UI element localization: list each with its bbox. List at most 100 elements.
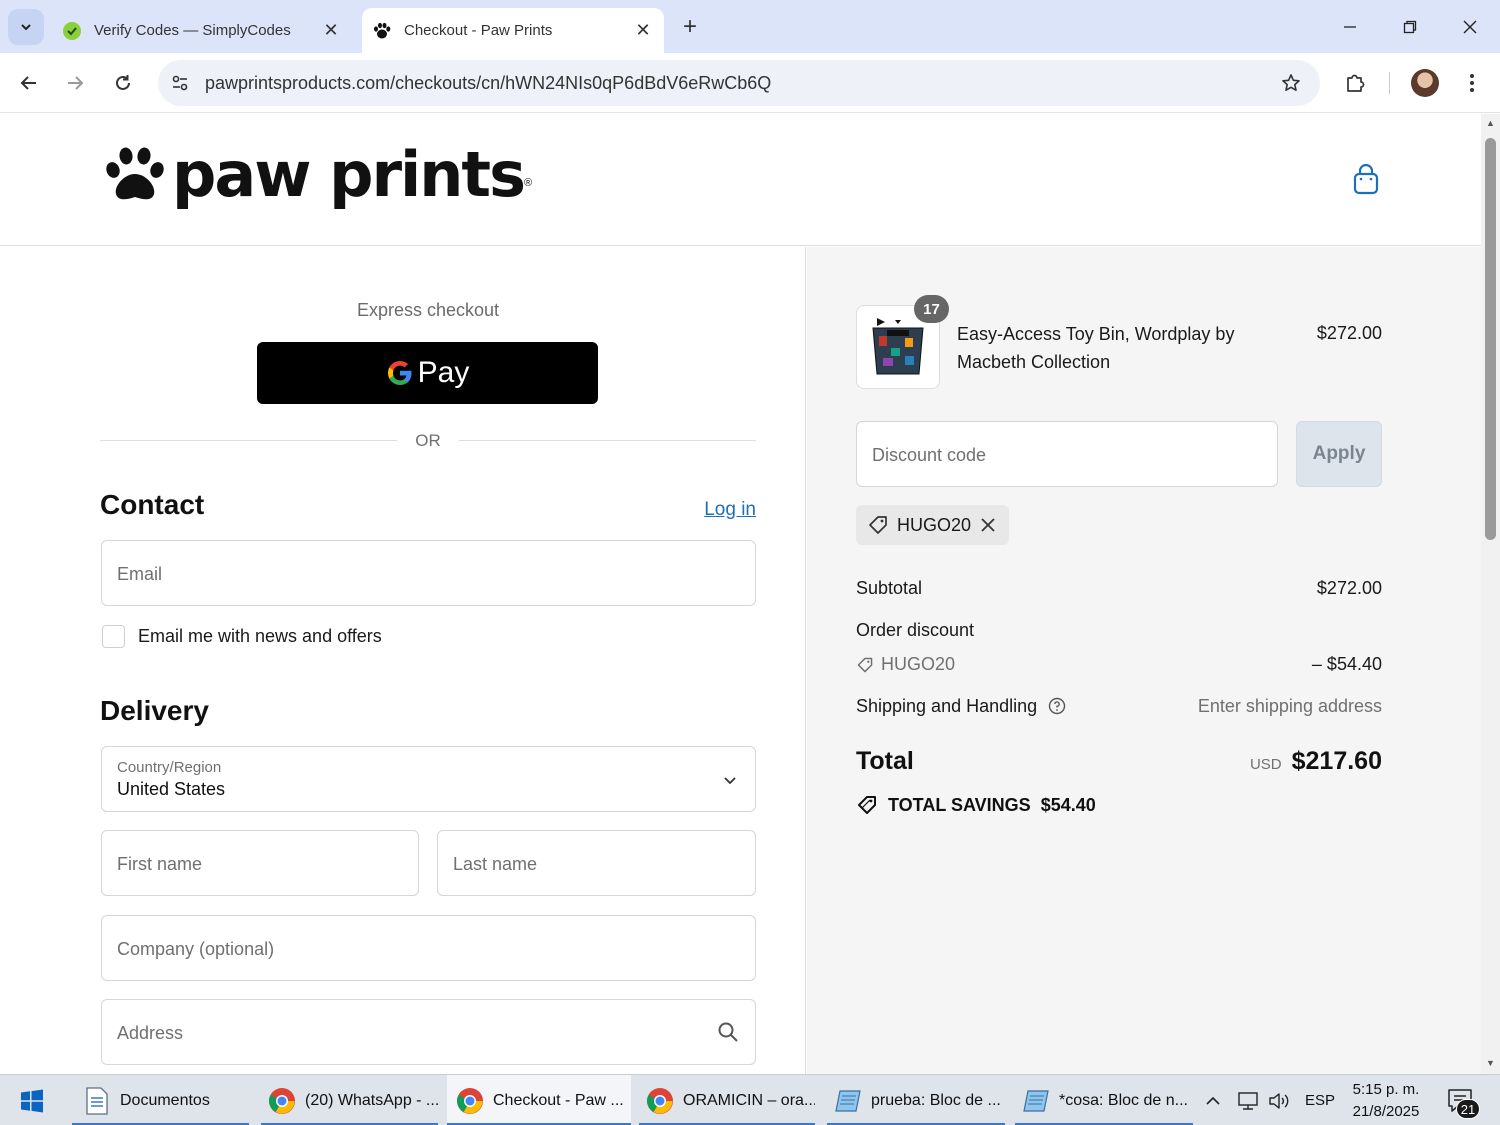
newsletter-checkbox[interactable] bbox=[102, 625, 125, 648]
google-pay-button[interactable]: Pay bbox=[257, 342, 598, 404]
logo-text: paw prints bbox=[172, 138, 526, 211]
help-icon[interactable] bbox=[1048, 697, 1066, 715]
express-checkout-label: Express checkout bbox=[356, 300, 500, 320]
windows-taskbar: Documentos (20) WhatsApp - ... Checkout … bbox=[0, 1074, 1500, 1125]
close-icon[interactable]: ✕ bbox=[318, 18, 344, 44]
taskbar-label: ORAMICIN – ora... bbox=[683, 1091, 815, 1109]
tab-checkout[interactable]: Checkout - Paw Prints ✕ bbox=[362, 8, 664, 53]
apply-button[interactable]: Apply bbox=[1296, 421, 1382, 487]
notification-count-badge: 21 bbox=[1456, 1099, 1480, 1119]
taskbar-item-checkout[interactable]: Checkout - Paw ... bbox=[447, 1075, 631, 1125]
divider-line bbox=[459, 440, 756, 441]
page-scrollbar[interactable]: ▲ ▼ bbox=[1481, 114, 1500, 1074]
taskbar-item-documentos[interactable]: Documentos bbox=[72, 1075, 249, 1125]
profile-button[interactable] bbox=[1408, 66, 1442, 100]
newsletter-option[interactable]: Email me with news and offers bbox=[102, 625, 382, 648]
more-vertical-icon bbox=[1470, 74, 1474, 92]
subtotal-row: Subtotal $272.00 bbox=[856, 578, 1382, 599]
minimize-button[interactable] bbox=[1330, 10, 1370, 44]
chevron-down-icon bbox=[21, 24, 31, 31]
shipping-row: Shipping and Handling Enter shipping add… bbox=[856, 696, 1382, 717]
shopping-bag-icon[interactable] bbox=[1352, 163, 1380, 196]
new-tab-button[interactable]: + bbox=[676, 13, 704, 41]
total-value: $217.60 bbox=[1291, 747, 1382, 775]
reload-button[interactable] bbox=[106, 66, 140, 100]
back-button[interactable] bbox=[12, 66, 46, 100]
company-field[interactable]: Company (optional) bbox=[101, 915, 756, 981]
taskbar-item-cosa[interactable]: *cosa: Bloc de n... bbox=[1015, 1075, 1193, 1125]
subtotal-label: Subtotal bbox=[856, 578, 923, 598]
newsletter-label[interactable]: Email me with news and offers bbox=[138, 626, 382, 647]
chrome-icon bbox=[455, 1086, 485, 1116]
browser-toolbar: pawprintsproducts.com/checkouts/cn/hWN24… bbox=[0, 53, 1500, 113]
country-select[interactable]: Country/Region United States bbox=[101, 746, 756, 812]
email-placeholder: Email bbox=[117, 564, 163, 584]
show-hidden-icons[interactable] bbox=[1204, 1075, 1222, 1125]
taskbar-label: Documentos bbox=[120, 1091, 210, 1109]
email-field[interactable]: Email bbox=[101, 540, 756, 606]
taskbar-label: (20) WhatsApp - ... bbox=[305, 1091, 438, 1109]
language-indicator[interactable]: ESP bbox=[1305, 1075, 1335, 1125]
close-icon[interactable]: ✕ bbox=[630, 18, 656, 44]
minimize-icon bbox=[1344, 26, 1356, 28]
system-clock[interactable]: 5:15 p. m. 21/8/2025 bbox=[1346, 1079, 1426, 1123]
arrow-left-icon bbox=[20, 76, 36, 90]
google-pay-label: Pay bbox=[417, 356, 470, 389]
first-name-placeholder: First name bbox=[117, 854, 203, 874]
menu-button[interactable] bbox=[1455, 66, 1489, 100]
or-divider: OR bbox=[100, 429, 756, 453]
notepad-icon bbox=[1021, 1086, 1051, 1116]
scroll-up-icon[interactable]: ▲ bbox=[1485, 118, 1496, 128]
site-info-icon[interactable] bbox=[168, 71, 192, 95]
applied-code: HUGO20 bbox=[897, 514, 972, 535]
tag-icon bbox=[857, 657, 873, 672]
avatar bbox=[1411, 69, 1439, 97]
network-icon[interactable] bbox=[1236, 1075, 1260, 1125]
shipping-label: Shipping and Handling bbox=[856, 696, 1038, 716]
bookmark-star-icon[interactable] bbox=[1276, 68, 1306, 98]
savings-value: $54.40 bbox=[1040, 794, 1096, 815]
tag-icon bbox=[869, 516, 887, 534]
restore-button[interactable] bbox=[1390, 10, 1430, 44]
tab-search-button[interactable] bbox=[8, 9, 44, 45]
taskbar-item-oramicin[interactable]: ORAMICIN – ora... bbox=[639, 1075, 815, 1125]
url-text[interactable]: pawprintsproducts.com/checkouts/cn/hWN24… bbox=[205, 73, 1276, 94]
volume-icon[interactable] bbox=[1267, 1075, 1291, 1125]
order-discount-label: Order discount bbox=[856, 620, 975, 640]
first-name-field[interactable]: First name bbox=[101, 830, 419, 896]
paw-icon bbox=[372, 21, 392, 41]
login-link[interactable]: Log in bbox=[690, 499, 756, 521]
discount-code-input[interactable]: Discount code bbox=[856, 421, 1278, 487]
chrome-icon bbox=[645, 1086, 675, 1116]
chevron-up-icon bbox=[1206, 1096, 1220, 1105]
close-window-button[interactable] bbox=[1450, 10, 1490, 44]
toy-bin-image bbox=[872, 318, 924, 375]
taskbar-item-prueba[interactable]: prueba: Bloc de ... bbox=[827, 1075, 1005, 1125]
total-row: Total USD $217.60 bbox=[856, 747, 1382, 776]
windows-start-icon[interactable] bbox=[20, 1089, 44, 1113]
paw-logo-icon bbox=[106, 147, 164, 200]
order-summary: 17 Easy-Access Toy Bin, Wordplay by Macb… bbox=[807, 247, 1481, 1074]
extensions-button[interactable] bbox=[1338, 66, 1372, 100]
last-name-field[interactable]: Last name bbox=[437, 830, 756, 896]
discount-placeholder: Discount code bbox=[872, 445, 987, 465]
clock-time: 5:15 p. m. bbox=[1352, 1081, 1420, 1098]
tab-simplycodes[interactable]: Verify Codes — SimplyCodes ✕ bbox=[52, 8, 352, 53]
logo-registered-mark: ® bbox=[523, 177, 533, 189]
address-field[interactable]: Address bbox=[101, 999, 756, 1065]
applied-discount-chip: HUGO20 bbox=[856, 505, 1009, 545]
address-bar[interactable]: pawprintsproducts.com/checkouts/cn/hWN24… bbox=[158, 60, 1320, 106]
site-logo[interactable]: paw prints ® bbox=[104, 144, 532, 206]
chevron-down-icon bbox=[724, 777, 736, 785]
scroll-thumb[interactable] bbox=[1485, 138, 1496, 540]
forward-button[interactable] bbox=[58, 66, 92, 100]
site-header: paw prints ® bbox=[0, 114, 1481, 246]
remove-discount-icon[interactable] bbox=[979, 516, 997, 534]
quantity-badge: 17 bbox=[914, 295, 949, 323]
taskbar-item-whatsapp[interactable]: (20) WhatsApp - ... bbox=[261, 1075, 438, 1125]
savings-tag-icon bbox=[858, 796, 876, 814]
taskbar-label: Checkout - Paw ... bbox=[493, 1091, 624, 1109]
scroll-down-icon[interactable]: ▼ bbox=[1485, 1058, 1496, 1068]
browser-tab-bar: Verify Codes — SimplyCodes ✕ Checkout - … bbox=[0, 0, 1500, 53]
product-price: $272.00 bbox=[1316, 323, 1382, 343]
